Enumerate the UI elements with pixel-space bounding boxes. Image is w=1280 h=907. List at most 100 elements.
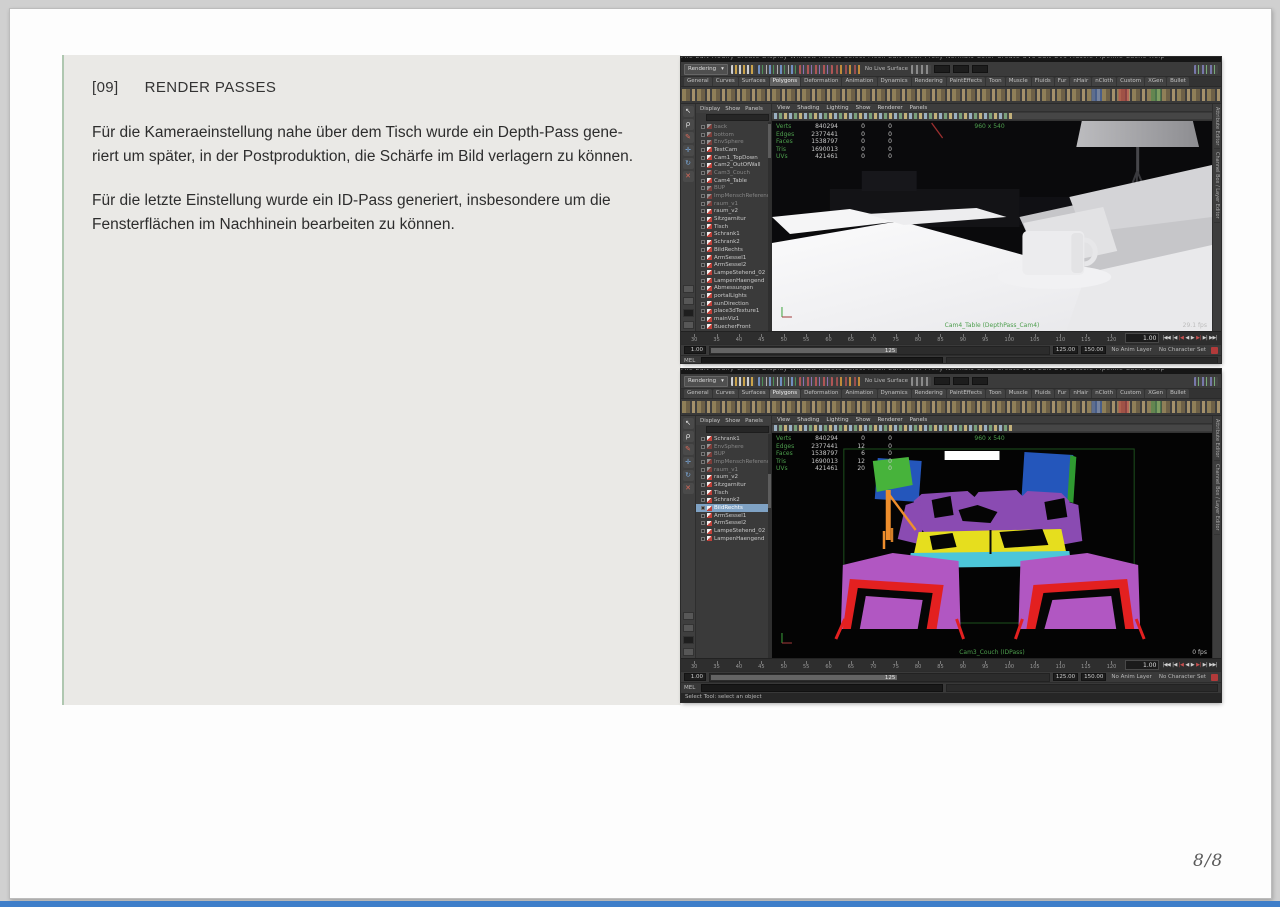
playback-button-icon[interactable]: ◀: [1185, 662, 1188, 668]
shelf-tab[interactable]: nCloth: [1092, 389, 1116, 398]
playback-button-icon[interactable]: |◀: [1172, 335, 1177, 341]
outliner-item[interactable]: LampenHaengend: [701, 277, 771, 285]
shelf-tab[interactable]: Toon: [986, 389, 1005, 398]
playback-button-icon[interactable]: ▶|: [1196, 662, 1201, 668]
shelf-tab[interactable]: Deformation: [801, 389, 841, 398]
outliner-menu[interactable]: Show: [725, 418, 740, 424]
layout-button-four-pane[interactable]: [683, 309, 694, 317]
playback-button-icon[interactable]: ▶▶|: [1209, 662, 1217, 668]
outliner-item[interactable]: raum_v1: [701, 200, 771, 208]
playback-button-icon[interactable]: |◀: [1172, 662, 1177, 668]
tool-button-icon[interactable]: ↖: [683, 106, 694, 117]
outliner-item[interactable]: EnvSphere: [701, 138, 771, 146]
shelf-tab[interactable]: Custom: [1117, 77, 1144, 86]
range-slider-bar[interactable]: 125: [711, 675, 897, 680]
time-slider[interactable]: 3035404550556065707580859095100105110115…: [681, 658, 1221, 671]
selection-mask-icons[interactable]: [758, 65, 796, 74]
construction-history-icons[interactable]: [911, 65, 931, 74]
outliner-item[interactable]: Cam4_Table: [701, 177, 771, 185]
shelf-tab[interactable]: Fluids: [1032, 77, 1054, 86]
outliner-item[interactable]: Cam2_OutOfWall: [701, 161, 771, 169]
shelf-tab[interactable]: XGen: [1145, 77, 1166, 86]
playback-button-icon[interactable]: |◀: [1179, 662, 1184, 668]
animation-end-field[interactable]: 150.00: [1081, 346, 1106, 354]
expand-checkbox[interactable]: [701, 133, 705, 137]
character-set-selector[interactable]: No Character Set: [1157, 674, 1208, 680]
outliner-item[interactable]: EnvSphere: [701, 443, 771, 451]
auto-keyframe-icon[interactable]: [1211, 674, 1218, 681]
shelf-tab[interactable]: Fur: [1055, 389, 1070, 398]
shelf-tab[interactable]: PaintEffects: [947, 77, 985, 86]
playback-button-icon[interactable]: |◀: [1179, 335, 1184, 341]
layout-button-two-pane[interactable]: [683, 624, 694, 632]
playback-button-icon[interactable]: |◀◀: [1162, 335, 1170, 341]
outliner-item[interactable]: LampeStehend_02: [701, 269, 771, 277]
expand-checkbox[interactable]: [701, 491, 705, 495]
shelf-tab[interactable]: Animation: [842, 389, 876, 398]
viewport-menu[interactable]: Panels: [910, 417, 928, 423]
outliner-item[interactable]: BUP: [701, 450, 771, 458]
expand-checkbox[interactable]: [701, 179, 705, 183]
timeline-ticks[interactable]: 3035404550556065707580859095100105110115…: [681, 659, 1123, 671]
viewport-menu[interactable]: Shading: [797, 105, 819, 111]
shelf-tab[interactable]: PaintEffects: [947, 389, 985, 398]
tool-button-icon[interactable]: ✕: [683, 483, 694, 494]
playback-button-icon[interactable]: ▶|: [1203, 335, 1208, 341]
expand-checkbox[interactable]: [701, 529, 705, 533]
range-slider-bar[interactable]: 125: [711, 348, 897, 353]
expand-checkbox[interactable]: [701, 140, 705, 144]
viewport-menu[interactable]: Panels: [910, 105, 928, 111]
outliner-item[interactable]: bottom: [701, 131, 771, 139]
file-icons[interactable]: [731, 65, 755, 74]
playback-button-icon[interactable]: ◀: [1185, 335, 1188, 341]
shelf-tab[interactable]: Muscle: [1006, 77, 1031, 86]
outliner-item[interactable]: ArmSessel2: [701, 261, 771, 269]
shelf-tab[interactable]: Fluids: [1032, 389, 1054, 398]
layout-button-split[interactable]: [683, 321, 694, 329]
expand-checkbox[interactable]: [701, 240, 705, 244]
viewport-canvas-id[interactable]: Verts84029400 Edges2377441120 Faces15387…: [772, 433, 1212, 658]
shelf-tab[interactable]: Polygons: [770, 389, 800, 398]
outliner-item[interactable]: BildRechts: [696, 504, 771, 512]
tool-button-icon[interactable]: ↻: [683, 470, 694, 481]
playback-button-icon[interactable]: ▶|: [1203, 662, 1208, 668]
coord-input-x[interactable]: [934, 377, 950, 385]
outliner-item[interactable]: raum_v2: [701, 208, 771, 216]
shelf-tab[interactable]: Rendering: [912, 389, 946, 398]
outliner-item[interactable]: back: [701, 123, 771, 131]
sidebar-toggle-icons[interactable]: [1194, 65, 1218, 74]
range-slider[interactable]: 125: [709, 673, 1050, 682]
outliner-item[interactable]: ImpMenschReference: [701, 192, 771, 200]
layout-button-split[interactable]: [683, 648, 694, 656]
outliner-menu[interactable]: Panels: [745, 106, 763, 112]
playback-button-icon[interactable]: ▶▶|: [1209, 335, 1217, 341]
right-panel-tab[interactable]: Channel Box / Layer Editor: [1214, 149, 1220, 223]
shelf-tab[interactable]: Custom: [1117, 389, 1144, 398]
expand-checkbox[interactable]: [701, 156, 705, 160]
construction-history-icons[interactable]: [911, 377, 931, 386]
expand-checkbox[interactable]: [701, 286, 705, 290]
expand-checkbox[interactable]: [701, 514, 705, 518]
command-line-label[interactable]: MEL: [684, 358, 698, 363]
expand-checkbox[interactable]: [701, 325, 705, 329]
shelf-tab[interactable]: nCloth: [1092, 77, 1116, 86]
menuset-dropdown[interactable]: Rendering ▾: [684, 64, 728, 75]
expand-checkbox[interactable]: [701, 225, 705, 229]
outliner-item[interactable]: Sitzgarnitur: [701, 481, 771, 489]
viewport-menu[interactable]: Lighting: [826, 105, 848, 111]
expand-checkbox[interactable]: [701, 263, 705, 267]
expand-checkbox[interactable]: [701, 302, 705, 306]
viewport-menu[interactable]: View: [777, 105, 790, 111]
shelf-tab[interactable]: Curves: [713, 77, 738, 86]
expand-checkbox[interactable]: [701, 521, 705, 525]
outliner-item[interactable]: Schrank2: [701, 497, 771, 505]
outliner-item[interactable]: portalLights: [701, 292, 771, 300]
playback-button-icon[interactable]: |◀◀: [1162, 662, 1170, 668]
outliner-item[interactable]: sunDirection: [701, 300, 771, 308]
layout-button-four-pane[interactable]: [683, 636, 694, 644]
shelf-icons-strip[interactable]: [681, 399, 1221, 416]
outliner-item[interactable]: TestCam: [701, 146, 771, 154]
expand-checkbox[interactable]: [701, 452, 705, 456]
shelf-tab[interactable]: Deformation: [801, 77, 841, 86]
outliner-item[interactable]: Cam1_TopDown: [701, 154, 771, 162]
